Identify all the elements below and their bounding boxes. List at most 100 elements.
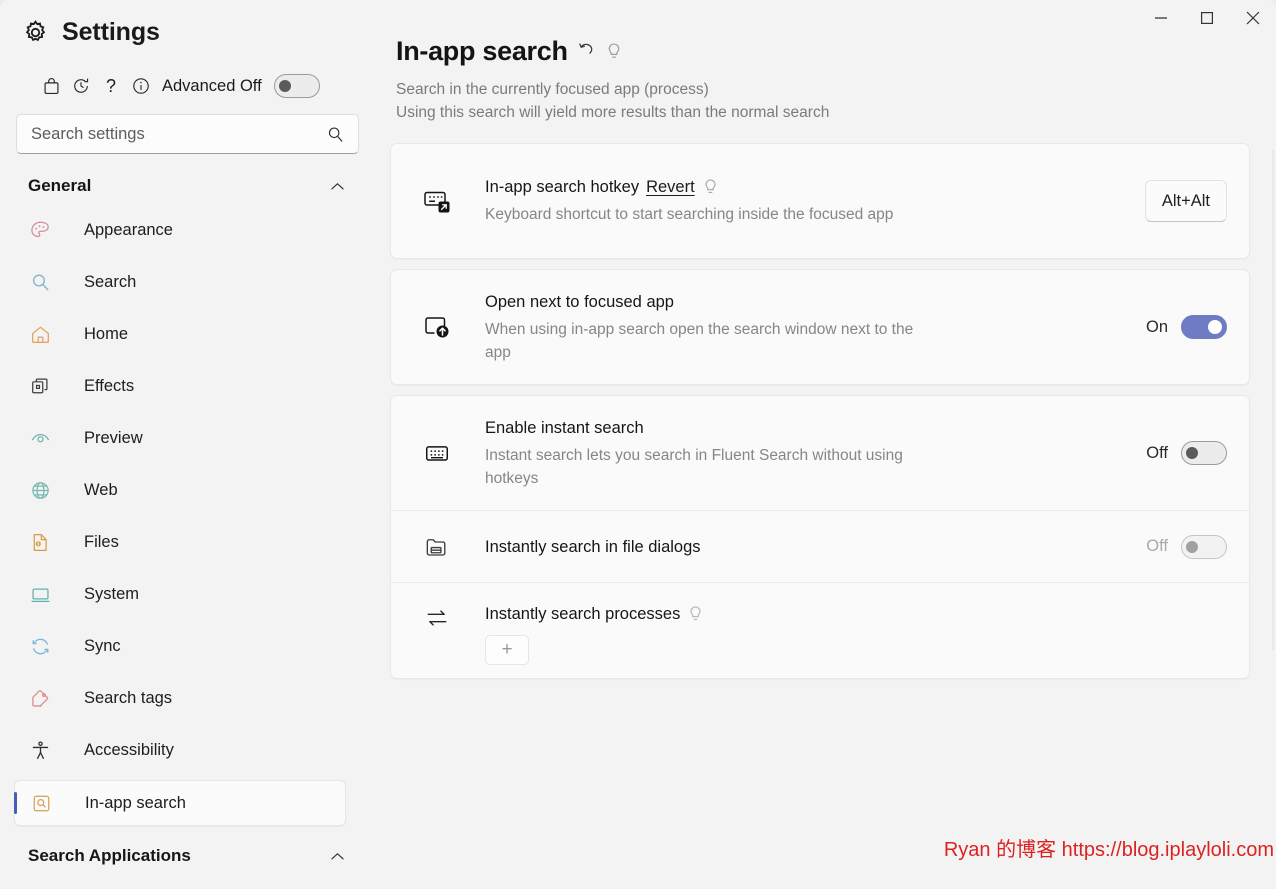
row-control: Off xyxy=(1146,534,1227,559)
sidebar-item-search[interactable]: Search xyxy=(14,260,361,304)
watermark: Ryan 的博客 https://blog.iplayloli.com xyxy=(943,839,1274,861)
sidebar-item-home-label: Home xyxy=(84,324,129,343)
sidebar-item-in-app-search-label: In-app search xyxy=(85,793,186,812)
sidebar-item-effects-label: Effects xyxy=(84,376,135,395)
tag-icon xyxy=(30,686,58,710)
close-button[interactable] xyxy=(1230,0,1276,36)
layers-icon xyxy=(30,374,58,398)
hotkey-button[interactable]: Alt+Alt xyxy=(1144,180,1227,222)
row-body: In-app search hotkey Revert Keyboard sho… xyxy=(459,176,1145,226)
card-open-next-to-focused-app: Open next to focused app When using in-a… xyxy=(390,269,1250,385)
row-title: In-app search hotkey Revert xyxy=(485,176,1129,198)
sidebar-group-search-applications[interactable]: Search Applications xyxy=(0,834,375,878)
row-body: Instantly search in file dialogs xyxy=(459,536,1146,558)
row-body: Open next to focused app When using in-a… xyxy=(459,291,1146,364)
row-title: Instantly search processes xyxy=(485,603,1211,625)
swap-arrows-icon xyxy=(415,605,459,631)
sidebar: General Appearance xyxy=(0,108,375,889)
chevron-up-icon xyxy=(330,182,345,191)
sidebar-group-general-label: General xyxy=(28,176,92,195)
sidebar-item-in-app-search[interactable]: In-app search xyxy=(14,780,346,826)
sidebar-item-home[interactable]: Home xyxy=(14,312,361,356)
maximize-button[interactable] xyxy=(1184,0,1230,36)
page-description-line-1: Search in the currently focused app (pro… xyxy=(396,81,709,98)
monitor-icon xyxy=(30,582,58,606)
sidebar-item-effects[interactable]: Effects xyxy=(14,364,361,408)
sidebar-group-general[interactable]: General xyxy=(0,164,375,208)
house-icon xyxy=(30,322,58,346)
advanced-mode-label: Advanced Off xyxy=(162,76,262,95)
history-reset-icon[interactable] xyxy=(66,72,96,100)
eye-icon xyxy=(30,426,58,450)
page-title-row: In-app search xyxy=(396,36,1276,67)
settings-window: Settings ? Advanced Off Search settings … xyxy=(0,0,1276,889)
row-in-app-search-hotkey: In-app search hotkey Revert Keyboard sho… xyxy=(391,144,1249,258)
enable-instant-search-toggle[interactable] xyxy=(1181,441,1227,465)
row-title-text: Enable instant search xyxy=(485,418,644,437)
sidebar-item-accessibility[interactable]: Accessibility xyxy=(14,728,361,772)
sidebar-item-accessibility-label: Accessibility xyxy=(84,740,174,759)
sidebar-item-search-tags-label: Search tags xyxy=(84,688,173,707)
toggle-state-label: Off xyxy=(1146,537,1168,555)
row-open-next-to-focused-app: Open next to focused app When using in-a… xyxy=(391,270,1249,384)
gear-icon xyxy=(22,19,49,46)
search-settings-box[interactable] xyxy=(16,114,359,154)
window-arrow-up-icon xyxy=(415,312,459,342)
minimize-button[interactable] xyxy=(1138,0,1184,36)
sidebar-item-search-tags[interactable]: Search tags xyxy=(14,676,361,720)
search-input[interactable] xyxy=(17,124,327,144)
sidebar-item-system-label: System xyxy=(84,584,140,603)
sidebar-item-files[interactable]: Files xyxy=(14,520,361,564)
card-in-app-search-hotkey: In-app search hotkey Revert Keyboard sho… xyxy=(390,143,1250,259)
row-title-text: Instantly search in file dialogs xyxy=(485,537,701,556)
row-control: Alt+Alt xyxy=(1144,180,1227,222)
main-content: In-app search Search in the currently fo… xyxy=(390,36,1276,889)
palette-icon xyxy=(30,218,58,242)
instantly-search-in-file-dialogs-toggle[interactable] xyxy=(1181,534,1227,559)
sidebar-item-web-label: Web xyxy=(84,480,118,499)
sidebar-item-system[interactable]: System xyxy=(14,572,361,616)
sidebar-item-sync[interactable]: Sync xyxy=(14,624,361,668)
in-app-search-icon xyxy=(31,791,59,815)
sync-icon xyxy=(30,634,58,658)
sidebar-item-web[interactable]: Web xyxy=(14,468,361,512)
open-next-to-focused-app-toggle[interactable] xyxy=(1181,315,1227,339)
revert-link[interactable]: Revert xyxy=(646,176,695,198)
sidebar-item-preview-label: Preview xyxy=(84,428,143,447)
sidebar-item-appearance-label: Appearance xyxy=(84,220,173,239)
row-instantly-search-processes: Instantly search processes + xyxy=(391,582,1249,678)
store-bag-icon[interactable] xyxy=(36,72,66,100)
row-body: Enable instant search Instant search let… xyxy=(459,417,1146,490)
sidebar-item-sync-label: Sync xyxy=(84,636,121,655)
question-mark-icon[interactable]: ? xyxy=(96,72,126,100)
advanced-mode-toggle[interactable] xyxy=(273,74,320,98)
lightbulb-icon[interactable] xyxy=(687,605,704,623)
undo-icon[interactable] xyxy=(577,40,596,64)
sidebar-item-appearance[interactable]: Appearance xyxy=(14,208,361,252)
chevron-up-icon xyxy=(330,852,345,861)
sidebar-item-search-label: Search xyxy=(84,272,137,291)
info-circle-icon[interactable] xyxy=(126,72,156,100)
file-lock-icon xyxy=(30,530,58,554)
row-control: On xyxy=(1146,315,1227,339)
lightbulb-icon[interactable] xyxy=(605,42,623,61)
lightbulb-icon[interactable] xyxy=(702,178,719,196)
keyboard-icon xyxy=(415,439,459,467)
row-control: Off xyxy=(1146,441,1227,465)
top-toolbar: ? Advanced Off xyxy=(36,72,320,100)
sidebar-item-preview[interactable]: Preview xyxy=(14,416,361,460)
row-instantly-search-in-file-dialogs: Instantly search in file dialogs Off xyxy=(391,510,1249,582)
sidebar-item-files-label: Files xyxy=(84,532,119,551)
row-body: Instantly search processes + xyxy=(459,603,1227,665)
keyboard-external-icon xyxy=(415,186,459,216)
add-process-button[interactable]: + xyxy=(485,635,529,665)
card-enable-instant-search: Enable instant search Instant search let… xyxy=(390,395,1250,679)
search-icon xyxy=(327,126,344,143)
window-controls xyxy=(1138,0,1276,36)
row-title: Instantly search in file dialogs xyxy=(485,536,1130,558)
row-title-text: In-app search hotkey xyxy=(485,178,640,196)
globe-icon xyxy=(30,478,58,502)
page-title: In-app search xyxy=(396,36,568,66)
toggle-state-label: On xyxy=(1145,317,1168,336)
sidebar-group-search-applications-label: Search Applications xyxy=(28,846,191,865)
